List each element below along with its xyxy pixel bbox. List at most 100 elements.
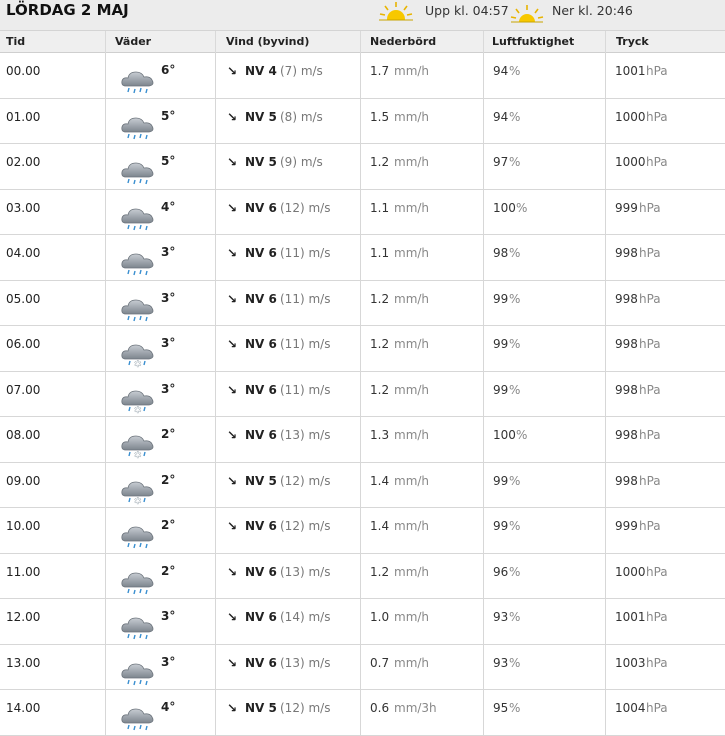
gust-value: (13) m/s [280, 655, 331, 670]
pressure-unit: hPa [639, 382, 661, 397]
precipitation-unit: mm/h [394, 109, 430, 124]
table-row: 13.00 3° ↘ NV 6 (13) m/s 0.7 mm/h 93% 1003 hPa [0, 644, 725, 690]
table-row: 12.00 3° ↘ NV 6 (14) m/s 1.0 mm/h 93% 1001 hPa [0, 599, 725, 645]
column-header-tid: Tid [6, 35, 26, 48]
humidity-unit: % [509, 155, 521, 169]
gust-value: (11) m/s [280, 382, 331, 397]
humidity-unit: % [509, 382, 521, 397]
pressure-value: 1000 [615, 155, 646, 169]
gust-value: (12) m/s [280, 200, 331, 215]
wind-direction-arrow-icon: ↘ [227, 246, 238, 260]
precipitation-value: 1.2 [370, 155, 390, 169]
table-row: 05.00 3° ↘ NV 6 (11) m/s 1.2 mm/h 99% 998 hPa [0, 280, 725, 326]
precipitation-value: 1.4 [370, 519, 390, 533]
humidity-value: 99 [493, 519, 509, 533]
humidity-unit: % [509, 564, 521, 579]
precipitation-value: 1.2 [370, 382, 390, 397]
precipitation-unit: mm/h [394, 64, 430, 78]
temperature-value: 2° [161, 563, 176, 578]
time-value: 07.00 [6, 382, 41, 397]
pressure-value: 998 [615, 428, 638, 442]
table-row: 11.00 2° ↘ NV 6 (13) m/s 1.2 mm/h 96% 1000 hPa [0, 553, 725, 599]
pressure-unit: hPa [646, 701, 668, 715]
wind-value: NV 6 [245, 200, 277, 215]
wind-value: NV 5 [245, 155, 277, 169]
time-value: 11.00 [6, 564, 41, 579]
time-value: 09.00 [6, 473, 41, 488]
gust-value: (8) m/s [280, 109, 323, 124]
table-row: 14.00 4° ↘ NV 5 (12) m/s 0.6 mm/3h 95% 1004 hPa [0, 690, 725, 736]
humidity-value: 94 [493, 64, 509, 78]
time-value: 02.00 [6, 155, 41, 169]
humidity-value: 99 [493, 291, 509, 306]
sunset-icon [510, 5, 544, 26]
humidity-value: 98 [493, 246, 509, 260]
humidity-value: 94 [493, 109, 509, 124]
sleet-cloud-icon: ✱ [120, 433, 156, 462]
gust-value: (7) m/s [280, 64, 323, 78]
wind-direction-arrow-icon: ↘ [227, 200, 238, 215]
rain-cloud-icon [120, 69, 156, 98]
pressure-unit: hPa [639, 246, 661, 260]
pressure-unit: hPa [646, 109, 668, 124]
temperature-value: 3° [161, 245, 176, 259]
rain-cloud-icon [120, 297, 156, 326]
rain-cloud-icon [120, 160, 156, 189]
pressure-value: 1000 [615, 109, 646, 124]
time-value: 05.00 [6, 291, 41, 306]
rain-cloud-icon [120, 524, 156, 553]
day-title: LÖRDAG 2 MAJ [6, 1, 129, 19]
pressure-value: 1001 [615, 610, 646, 624]
humidity-unit: % [516, 200, 528, 215]
day-header: LÖRDAG 2 MAJ Upp kl. 04:57 Ner kl. 20:46 [0, 0, 725, 31]
sunrise-icon [378, 2, 414, 26]
table-header: Tid Väder Vind (byvind) Nederbörd Luftfu… [0, 31, 725, 76]
humidity-value: 97 [493, 155, 509, 169]
column-header-vind: Vind (byvind) [226, 35, 310, 48]
wind-value: NV 6 [245, 291, 277, 306]
precipitation-unit: mm/h [394, 564, 430, 579]
gust-value: (11) m/s [280, 291, 331, 306]
precipitation-value: 1.2 [370, 564, 390, 579]
wind-direction-arrow-icon: ↘ [227, 291, 238, 306]
rain-cloud-icon [120, 206, 156, 235]
pressure-value: 1000 [615, 564, 646, 579]
time-value: 13.00 [6, 655, 41, 670]
wind-direction-arrow-icon: ↘ [227, 519, 238, 533]
wind-value: NV 5 [245, 473, 277, 488]
humidity-unit: % [509, 701, 521, 715]
rain-cloud-icon [120, 615, 156, 644]
wind-direction-arrow-icon: ↘ [227, 655, 238, 670]
table-row: 02.00 5° ↘ NV 5 (9) m/s 1.2 mm/h 97% 1000 hPa [0, 144, 725, 190]
forecast-table-body: 00.00 6° ↘ NV 4 (7) m/s 1.7 mm/h 94% 1001 hPa 01.0… [0, 53, 725, 736]
table-row: 06.00 ✱ 3° ↘ NV 6 (11) m/s 1.2 mm/h 99% 998 hPa [0, 326, 725, 372]
precipitation-unit: mm/h [394, 200, 430, 215]
temperature-value: 5° [161, 108, 176, 123]
wind-direction-arrow-icon: ↘ [227, 155, 238, 169]
gust-value: (9) m/s [280, 155, 323, 169]
wind-direction-arrow-icon: ↘ [227, 564, 238, 579]
time-value: 06.00 [6, 337, 41, 351]
sleet-cloud-icon: ✱ [120, 388, 156, 417]
sunrise-time: Upp kl. 04:57 [425, 3, 509, 18]
precipitation-unit: mm/h [394, 473, 430, 488]
wind-direction-arrow-icon: ↘ [227, 701, 238, 715]
wind-value: NV 5 [245, 109, 277, 124]
precipitation-unit: mm/h [394, 337, 430, 351]
humidity-value: 96 [493, 564, 509, 579]
pressure-value: 1004 [615, 701, 646, 715]
column-header-luftfuktighet: Luftfuktighet [492, 35, 575, 48]
precipitation-unit: mm/h [394, 246, 430, 260]
temperature-value: 6° [161, 63, 176, 77]
wind-direction-arrow-icon: ↘ [227, 382, 238, 397]
precipitation-value: 1.1 [370, 200, 390, 215]
temperature-value: 3° [161, 381, 176, 396]
table-row: 04.00 3° ↘ NV 6 (11) m/s 1.1 mm/h 98% 998 hPa [0, 235, 725, 281]
humidity-value: 99 [493, 337, 509, 351]
time-value: 03.00 [6, 200, 41, 215]
precipitation-value: 0.6 [370, 701, 390, 715]
pressure-value: 998 [615, 473, 638, 488]
gust-value: (12) m/s [280, 701, 331, 715]
humidity-unit: % [509, 64, 521, 78]
gust-value: (12) m/s [280, 519, 331, 533]
